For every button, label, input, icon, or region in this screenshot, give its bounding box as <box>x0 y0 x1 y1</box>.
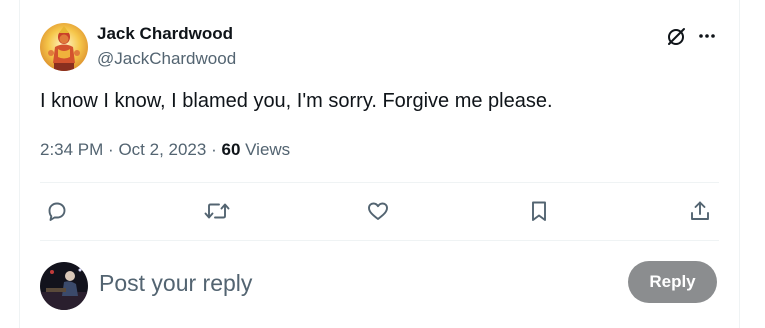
meta-separator: · <box>211 140 217 159</box>
user-avatar[interactable] <box>40 262 88 310</box>
share-icon <box>691 201 709 220</box>
reply-input[interactable] <box>99 266 599 300</box>
divider <box>40 240 719 241</box>
divider <box>40 182 719 183</box>
share-action-button[interactable] <box>685 196 715 226</box>
more-icon[interactable] <box>694 23 720 49</box>
views-label: Views <box>245 140 291 159</box>
reply-button[interactable]: Reply <box>628 261 717 303</box>
tweet-meta: 2:34 PM · Oct 2, 2023 · 60 Views <box>40 140 290 160</box>
tweet-text: I know I know, I blamed you, I'm sorry. … <box>40 90 553 112</box>
tweet-detail-panel: Jack Chardwood @JackChardwood I know I k… <box>19 0 740 328</box>
author-avatar[interactable] <box>40 23 88 71</box>
reply-action-button[interactable] <box>42 196 72 226</box>
views-count: 60 <box>221 140 241 159</box>
heart-icon <box>368 202 388 220</box>
author-handle[interactable]: @JackChardwood <box>97 49 236 69</box>
tweet-date[interactable]: Oct 2, 2023 <box>118 140 206 159</box>
meta-separator: · <box>108 140 114 159</box>
retweet-icon <box>204 203 230 219</box>
tweet-time[interactable]: 2:34 PM <box>40 140 103 159</box>
author-name[interactable]: Jack Chardwood <box>97 24 233 44</box>
user-avatar-icon <box>40 262 88 310</box>
bookmark-action-button[interactable] <box>524 196 554 226</box>
hanuman-avatar-icon <box>40 23 88 71</box>
comment-icon <box>48 202 66 221</box>
retweet-action-button[interactable] <box>202 196 232 226</box>
bookmark-icon <box>532 201 546 221</box>
like-action-button[interactable] <box>363 196 393 226</box>
grok-icon[interactable] <box>663 23 689 49</box>
